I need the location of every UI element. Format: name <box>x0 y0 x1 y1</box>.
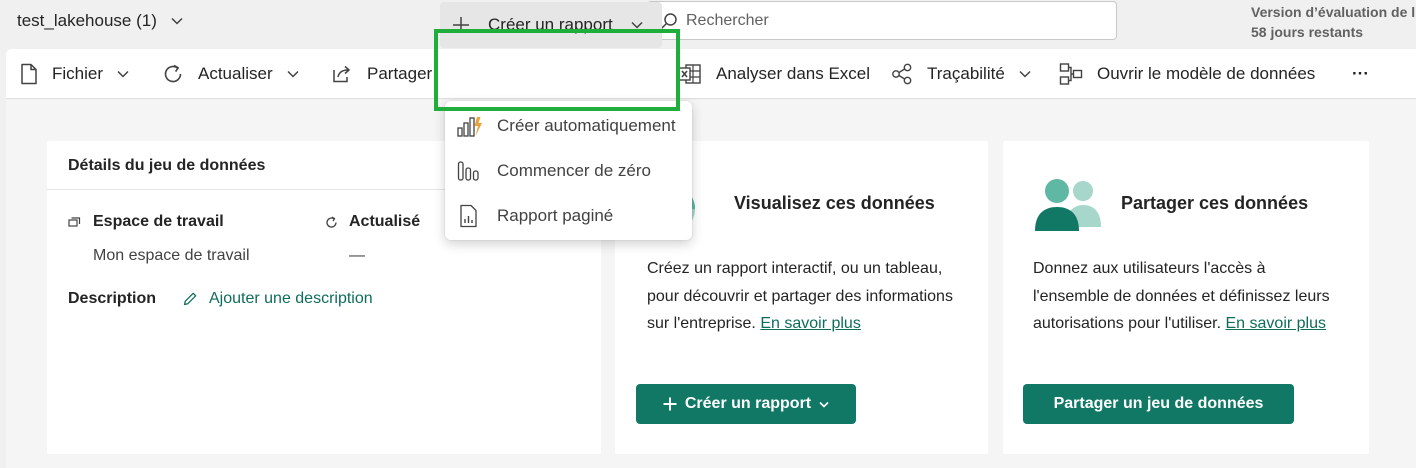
open-data-model-button[interactable]: Ouvrir le modèle de données <box>1059 49 1315 99</box>
visualize-title: Visualisez ces données <box>734 193 935 213</box>
chevron-down-icon <box>287 70 299 78</box>
refreshed-value: — <box>349 247 365 264</box>
share-title: Partager ces données <box>1121 193 1309 213</box>
lineage-menu-button[interactable]: Traçabilité <box>891 49 1031 99</box>
share-data-card: Partager ces données Donnez aux utilisat… <box>1003 141 1369 454</box>
share-description: Donnez aux utilisateurs l'accès à l'ense… <box>1033 255 1343 338</box>
chevron-down-icon <box>631 21 643 29</box>
auto-create-chart-icon <box>457 116 482 137</box>
more-options-button[interactable]: ··· <box>1352 49 1369 99</box>
edit-pencil-icon[interactable] <box>182 291 198 307</box>
share-icon <box>333 65 350 83</box>
menu-item-label: Créer automatiquement <box>497 115 676 135</box>
data-model-icon <box>1059 63 1083 85</box>
trial-line-1: Version d’évaluation de l <box>1251 4 1416 20</box>
search-box[interactable] <box>647 1 1117 40</box>
trial-line-2: 58 jours restants <box>1251 24 1364 40</box>
share-dataset-button-label: Partager un jeu de données <box>1053 395 1264 412</box>
lineage-label: Traçabilité <box>927 64 1005 83</box>
file-menu-button[interactable]: Fichier <box>20 49 129 99</box>
chevron-down-icon <box>171 17 183 25</box>
menu-item-auto-create[interactable]: Créer automatiquement <box>445 103 692 148</box>
workspace-title: test_lakehouse (1) <box>17 11 157 30</box>
learn-more-link[interactable]: En savoir plus <box>760 315 861 332</box>
ribbon-toolbar: Fichier Actualiser Partager Analyser dan… <box>6 49 1416 99</box>
chevron-down-icon <box>1019 70 1031 78</box>
description-label: Description <box>68 290 157 307</box>
learn-more-link[interactable]: En savoir plus <box>1226 315 1327 332</box>
chevron-down-icon <box>117 70 129 78</box>
workspace-label: Espace de travail <box>93 213 224 230</box>
menu-item-label: Commencer de zéro <box>497 160 652 180</box>
content-area: Détails du jeu de données Espace de trav… <box>6 100 1416 468</box>
trial-status: Version d’évaluation de l 58 jours resta… <box>1251 2 1415 42</box>
search-icon <box>660 12 677 29</box>
more-options-icon: ··· <box>1352 64 1369 83</box>
share-dataset-button[interactable]: Partager un jeu de données <box>1023 384 1294 424</box>
create-report-dropdown: Créer automatiquement Commencer de zéro … <box>445 101 692 240</box>
plus-icon <box>663 397 677 411</box>
share-label: Partager <box>367 64 433 83</box>
paginated-report-icon <box>460 204 477 227</box>
refresh-label: Actualiser <box>198 64 273 83</box>
menu-item-paginated-report[interactable]: Rapport paginé <box>445 193 692 238</box>
open-data-model-label: Ouvrir le modèle de données <box>1097 64 1316 83</box>
create-report-label: Créer un rapport <box>488 15 613 34</box>
search-input[interactable] <box>686 11 1086 30</box>
create-report-menu-button[interactable]: Créer un rapport <box>440 2 662 48</box>
dataset-details-title: Détails du jeu de données <box>68 157 266 174</box>
excel-icon <box>678 64 701 84</box>
refresh-icon <box>164 64 182 83</box>
menu-item-label: Rapport paginé <box>497 205 614 225</box>
file-label: Fichier <box>52 64 104 83</box>
plus-icon <box>453 17 469 33</box>
refresh-menu-button[interactable]: Actualiser <box>162 49 299 99</box>
lineage-icon <box>892 63 912 85</box>
top-bar: test_lakehouse (1) Version d’évaluation … <box>0 0 1416 48</box>
bars-outline-icon <box>457 160 479 181</box>
share-button[interactable]: Partager <box>331 49 432 99</box>
file-icon <box>21 63 37 85</box>
people-illustration-icon <box>1035 179 1101 231</box>
create-report-button-label: Créer un rapport <box>684 395 812 412</box>
create-report-button[interactable]: Créer un rapport <box>636 384 856 424</box>
refresh-small-icon <box>326 216 337 228</box>
analyze-in-excel-button[interactable]: Analyser dans Excel <box>678 49 870 99</box>
workspace-title-dropdown[interactable]: test_lakehouse (1) <box>17 11 183 31</box>
analyze-in-excel-label: Analyser dans Excel <box>716 64 871 83</box>
workspace-icon <box>68 217 81 227</box>
menu-item-start-from-scratch[interactable]: Commencer de zéro <box>445 148 692 193</box>
add-description-link[interactable]: Ajouter une description <box>209 290 373 308</box>
chevron-down-icon <box>819 401 829 408</box>
refreshed-label: Actualisé <box>349 213 421 230</box>
workspace-value: Mon espace de travail <box>93 247 250 264</box>
visualize-description: Créez un rapport interactif, ou un table… <box>647 255 965 338</box>
